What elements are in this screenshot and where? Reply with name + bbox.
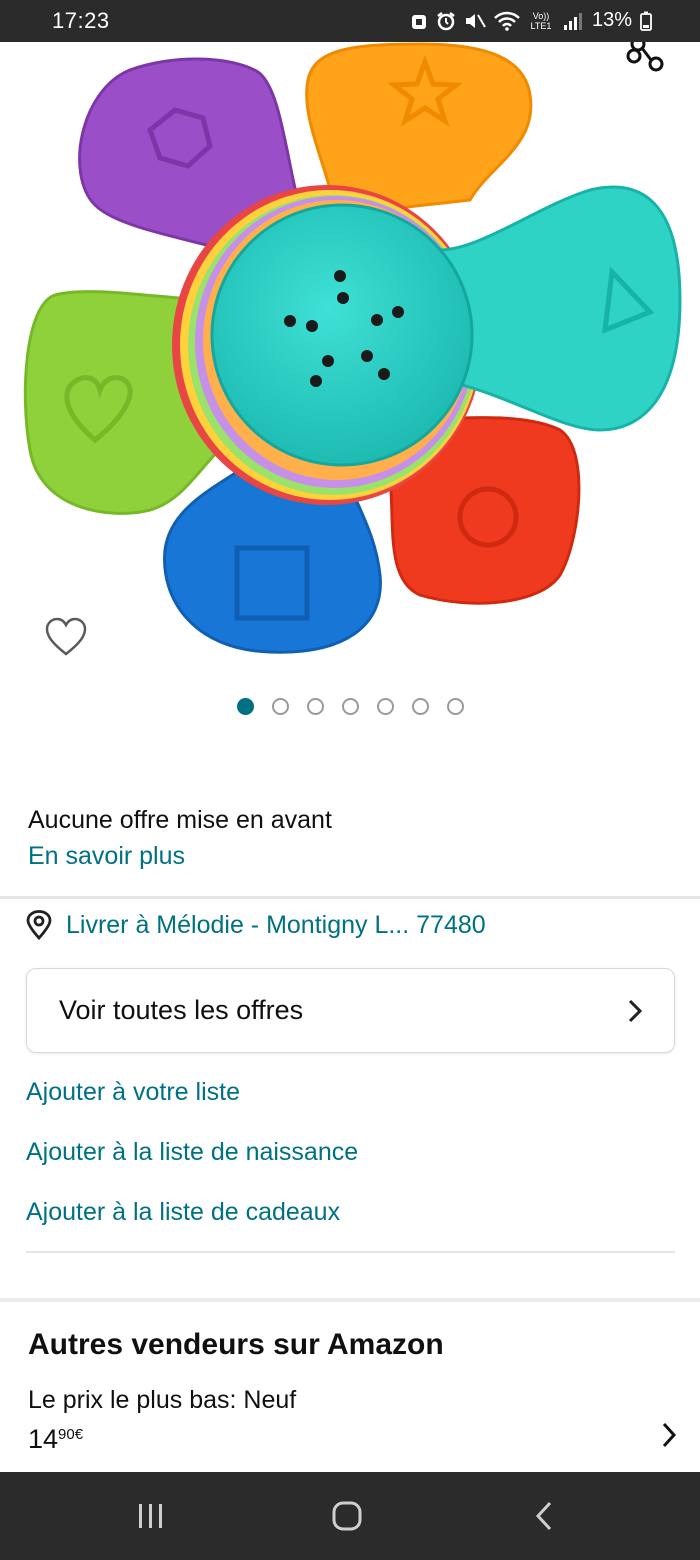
carousel-dot-2[interactable] — [271, 698, 289, 715]
carousel-dot-7[interactable] — [446, 698, 464, 715]
divider — [0, 896, 700, 899]
add-to-gift-list-link[interactable]: Ajouter à la liste de cadeaux — [26, 1198, 340, 1227]
home-icon[interactable] — [331, 1500, 363, 1532]
section-separator — [0, 1298, 700, 1302]
system-nav-bar — [0, 1472, 700, 1560]
status-bar: 17:23 Vo)) LTE1 13% — [0, 0, 700, 42]
status-icons: Vo)) LTE1 13% — [410, 9, 652, 32]
price-fraction: 90 — [58, 1426, 75, 1443]
battery-icon — [640, 11, 652, 31]
price-whole: 14 — [28, 1424, 59, 1454]
carousel-dots — [0, 698, 700, 715]
carousel-dot-1[interactable] — [236, 698, 254, 715]
signal-icon — [563, 12, 582, 30]
lowest-price: 1490€ — [28, 1424, 83, 1455]
learn-more-link[interactable]: En savoir plus — [28, 842, 185, 871]
lowest-price-label: Le prix le plus bas: Neuf — [28, 1386, 297, 1414]
other-sellers-title: Autres vendeurs sur Amazon — [28, 1328, 444, 1361]
lte-indicator: Vo)) LTE1 — [530, 10, 552, 31]
heart-icon[interactable] — [44, 616, 88, 658]
chevron-right-icon[interactable] — [660, 1420, 678, 1450]
status-time: 17:23 — [52, 8, 110, 33]
delivery-location[interactable]: Livrer à Mélodie - Montigny L... 77480 — [26, 910, 486, 940]
add-to-birth-list-link[interactable]: Ajouter à la liste de naissance — [26, 1138, 358, 1167]
alarm-clock-icon — [437, 11, 455, 30]
wifi-icon — [494, 11, 520, 31]
location-pin-icon — [26, 910, 52, 940]
price-currency: € — [74, 1426, 84, 1443]
mute-icon — [465, 13, 486, 28]
chevron-right-icon — [628, 999, 643, 1023]
product-image[interactable] — [0, 42, 700, 682]
carousel-dot-4[interactable] — [341, 698, 359, 715]
share-icon[interactable] — [626, 42, 666, 72]
see-all-offers-label: Voir toutes les offres — [59, 995, 304, 1025]
toy-illustration — [23, 42, 682, 654]
alarm-notification-icon — [411, 14, 426, 29]
no-featured-offer-text: Aucune offre mise en avant — [28, 806, 332, 834]
back-icon[interactable] — [533, 1500, 555, 1532]
carousel-dot-5[interactable] — [376, 698, 394, 715]
battery-percent: 13% — [591, 9, 632, 31]
add-to-list-link[interactable]: Ajouter à votre liste — [26, 1078, 240, 1107]
carousel-dot-6[interactable] — [411, 698, 429, 715]
divider — [26, 1251, 675, 1253]
recent-apps-icon[interactable] — [136, 1502, 166, 1530]
carousel-dot-3[interactable] — [306, 698, 324, 715]
delivery-address: Livrer à Mélodie - Montigny L... 77480 — [66, 910, 486, 939]
see-all-offers-button[interactable]: Voir toutes les offres — [26, 968, 675, 1053]
